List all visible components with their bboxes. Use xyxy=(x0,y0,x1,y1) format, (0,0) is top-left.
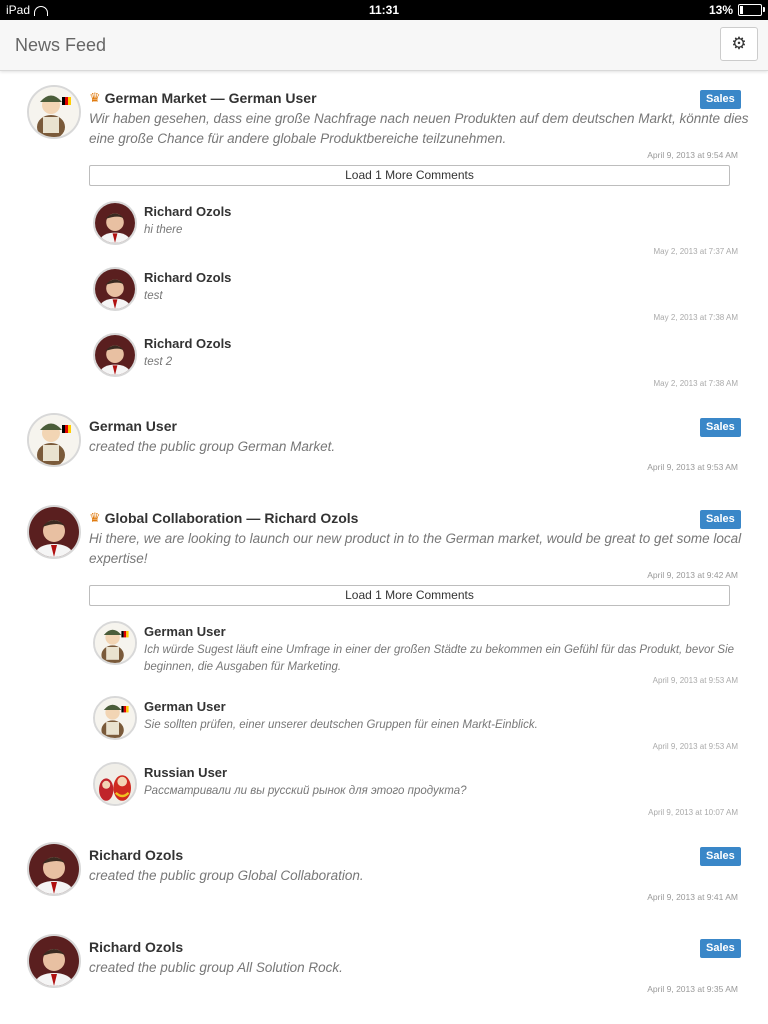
comment-text: Рассматривали ли вы русский рынок для эт… xyxy=(144,785,467,797)
status-bar-right: 13% xyxy=(708,3,765,17)
sales-badge[interactable]: Sales xyxy=(700,847,741,866)
author-link[interactable]: German User xyxy=(229,90,317,106)
comment-author[interactable]: Russian User xyxy=(144,765,227,780)
settings-button[interactable]: ⚙ xyxy=(720,27,758,61)
sales-badge[interactable]: Sales xyxy=(700,418,741,437)
nav-header: News Feed ⚙ xyxy=(0,20,768,71)
comment-text: Ich würde Sugest läuft eine Umfrage in e… xyxy=(144,644,735,673)
status-bar: iPad 11:31 13% xyxy=(0,0,768,20)
avatar-german-user[interactable] xyxy=(93,696,137,740)
avatar-richard-ozols[interactable] xyxy=(93,267,137,311)
comment-text: hi there xyxy=(144,224,183,236)
comment-text: test 2 xyxy=(144,356,173,368)
load-more-comments-button[interactable]: Load 1 More Comments xyxy=(89,165,730,186)
sales-badge[interactable]: Sales xyxy=(700,90,741,109)
group-link[interactable]: Global Collaboration xyxy=(105,510,243,526)
battery-percent: 13% xyxy=(708,3,733,17)
avatar-richard-ozols[interactable] xyxy=(27,934,81,988)
avatar-german-user[interactable] xyxy=(93,621,137,665)
post-body: created the public group Global Collabor… xyxy=(89,868,364,883)
comment-author[interactable]: Richard Ozols xyxy=(144,204,231,219)
sales-badge[interactable]: Sales xyxy=(700,510,741,529)
page-title: News Feed xyxy=(15,35,107,55)
load-more-comments-button[interactable]: Load 1 More Comments xyxy=(89,585,730,606)
comment-text: test xyxy=(144,290,163,302)
post-timestamp: April 9, 2013 at 9:41 AM xyxy=(647,892,738,902)
post-title: German User xyxy=(89,418,177,434)
battery-icon xyxy=(738,4,765,16)
sales-badge[interactable]: Sales xyxy=(700,939,741,958)
post-body: Wir haben gesehen, dass eine große Nachf… xyxy=(89,111,749,146)
gear-icon: ⚙ xyxy=(731,34,747,53)
comment-timestamp: May 2, 2013 at 7:37 AM xyxy=(653,247,739,256)
comment-author[interactable]: Richard Ozols xyxy=(144,336,231,351)
post-timestamp: April 9, 2013 at 9:53 AM xyxy=(647,462,738,472)
post-title: ♛ German Market — German User xyxy=(89,90,317,106)
post-title: Richard Ozols xyxy=(89,939,183,955)
group-link[interactable]: German Market xyxy=(105,90,207,106)
avatar-richard-ozols[interactable] xyxy=(27,842,81,896)
crown-icon: ♛ xyxy=(89,90,101,105)
author-link[interactable]: German User xyxy=(89,418,177,434)
post-timestamp: April 9, 2013 at 9:42 AM xyxy=(647,570,738,580)
post-body: created the public group All Solution Ro… xyxy=(89,960,343,975)
comment-timestamp: May 2, 2013 at 7:38 AM xyxy=(653,313,739,322)
post-timestamp: April 9, 2013 at 9:54 AM xyxy=(647,150,738,160)
comment-timestamp: April 9, 2013 at 9:53 AM xyxy=(652,676,738,685)
title-separator: — xyxy=(246,510,261,526)
comment-author[interactable]: German User xyxy=(144,699,226,714)
comment-timestamp: April 9, 2013 at 10:07 AM xyxy=(648,808,738,817)
avatar-german-user[interactable] xyxy=(27,85,81,139)
author-link[interactable]: Richard Ozols xyxy=(89,939,183,955)
title-separator: — xyxy=(210,90,225,106)
avatar-russian-user[interactable] xyxy=(93,762,137,806)
post-title: ♛ Global Collaboration — Richard Ozols xyxy=(89,510,358,526)
post-timestamp: April 9, 2013 at 9:35 AM xyxy=(647,984,738,994)
post-title: Richard Ozols xyxy=(89,847,183,863)
author-link[interactable]: Richard Ozols xyxy=(264,510,358,526)
comment-author[interactable]: Richard Ozols xyxy=(144,270,231,285)
avatar-richard-ozols[interactable] xyxy=(93,201,137,245)
comment-text: Sie sollten prüfen, einer unserer deutsc… xyxy=(144,719,538,731)
avatar-richard-ozols[interactable] xyxy=(27,505,81,559)
comment-timestamp: April 9, 2013 at 9:53 AM xyxy=(652,742,738,751)
post-body: created the public group German Market. xyxy=(89,439,336,454)
clock: 11:31 xyxy=(368,3,400,17)
crown-icon: ♛ xyxy=(89,510,101,525)
avatar-richard-ozols[interactable] xyxy=(93,333,137,377)
comment-author[interactable]: German User xyxy=(144,624,226,639)
post-body: Hi there, we are looking to launch our n… xyxy=(89,531,742,566)
author-link[interactable]: Richard Ozols xyxy=(89,847,183,863)
avatar-german-user[interactable] xyxy=(27,413,81,467)
comment-timestamp: May 2, 2013 at 7:38 AM xyxy=(653,379,739,388)
